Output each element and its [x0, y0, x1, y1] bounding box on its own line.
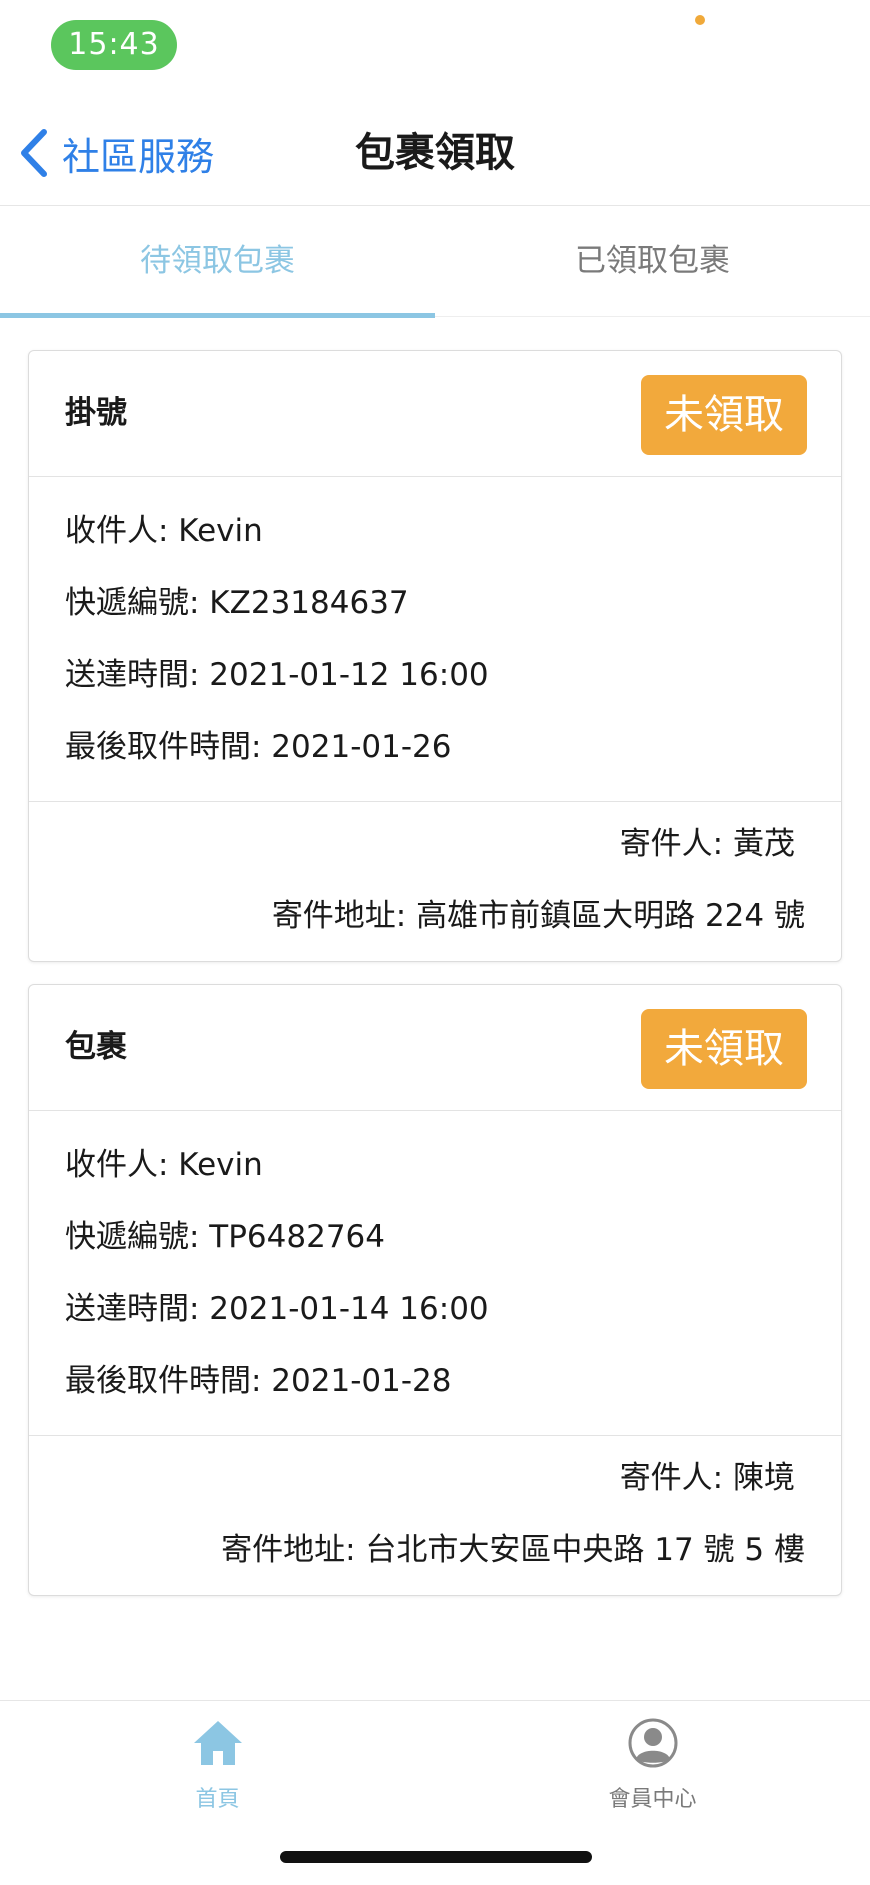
active-tab-indicator: [0, 313, 435, 318]
sender-address: 寄件地址: 台北市大安區中央路 17 號 5 樓: [221, 1532, 805, 1568]
status-button[interactable]: 未領取: [641, 375, 807, 455]
pickup-deadline: 最後取件時間: 2021-01-28: [65, 1363, 452, 1399]
sender-info: 寄件人: 陳境 寄件地址: 台北市大安區中央路 17 號 5 樓: [29, 1436, 841, 1594]
package-details: 收件人: Kevin 快遞編號: KZ23184637 送達時間: 2021-0…: [29, 477, 841, 802]
sender-name: 寄件人: 黃茂: [619, 826, 795, 862]
sender-address: 寄件地址: 高雄市前鎮區大明路 224 號: [271, 898, 805, 934]
delivery-time: 送達時間: 2021-01-14 16:00: [65, 1291, 489, 1327]
tab-received-packages[interactable]: 已領取包裹: [435, 206, 870, 316]
package-details: 收件人: Kevin 快遞編號: TP6482764 送達時間: 2021-01…: [29, 1111, 841, 1436]
status-time: 15:43: [51, 20, 177, 70]
page-title: 包裹領取: [355, 130, 515, 176]
sender-info: 寄件人: 黃茂 寄件地址: 高雄市前鎮區大明路 224 號: [29, 802, 841, 960]
tracking-number: 快遞編號: TP6482764: [65, 1219, 385, 1255]
recipient: 收件人: Kevin: [65, 1147, 263, 1183]
package-card: 包裹 未領取 收件人: Kevin 快遞編號: TP6482764 送達時間: …: [28, 984, 842, 1596]
status-indicator-dot: [695, 15, 705, 25]
package-card-header: 掛號 未領取: [29, 351, 841, 477]
tabbar-home[interactable]: 首頁: [0, 1717, 435, 1827]
home-icon: [193, 1721, 242, 1765]
status-button[interactable]: 未領取: [641, 1009, 807, 1089]
tracking-number: 快遞編號: KZ23184637: [65, 585, 409, 621]
home-indicator: [280, 1851, 592, 1863]
tabbar-member-center[interactable]: 會員中心: [435, 1717, 870, 1827]
package-type: 掛號: [65, 395, 127, 431]
tabbar-home-label: 首頁: [195, 1787, 240, 1812]
package-type: 包裹: [65, 1029, 127, 1065]
delivery-time: 送達時間: 2021-01-12 16:00: [65, 657, 489, 693]
package-card: 掛號 未領取 收件人: Kevin 快遞編號: KZ23184637 送達時間:…: [28, 350, 842, 962]
sender-name: 寄件人: 陳境: [619, 1460, 795, 1496]
tab-bar: 待領取包裹 已領取包裹: [0, 206, 870, 318]
tab-pending-packages[interactable]: 待領取包裹: [0, 206, 435, 316]
tabbar-member-label: 會員中心: [608, 1787, 697, 1812]
status-bar: 15:43: [0, 0, 870, 90]
package-card-header: 包裹 未領取: [29, 985, 841, 1111]
pickup-deadline: 最後取件時間: 2021-01-26: [65, 729, 452, 765]
recipient: 收件人: Kevin: [65, 513, 263, 549]
navigation-bar: 社區服務 包裹領取: [0, 100, 870, 206]
user-icon: [628, 1718, 677, 1768]
